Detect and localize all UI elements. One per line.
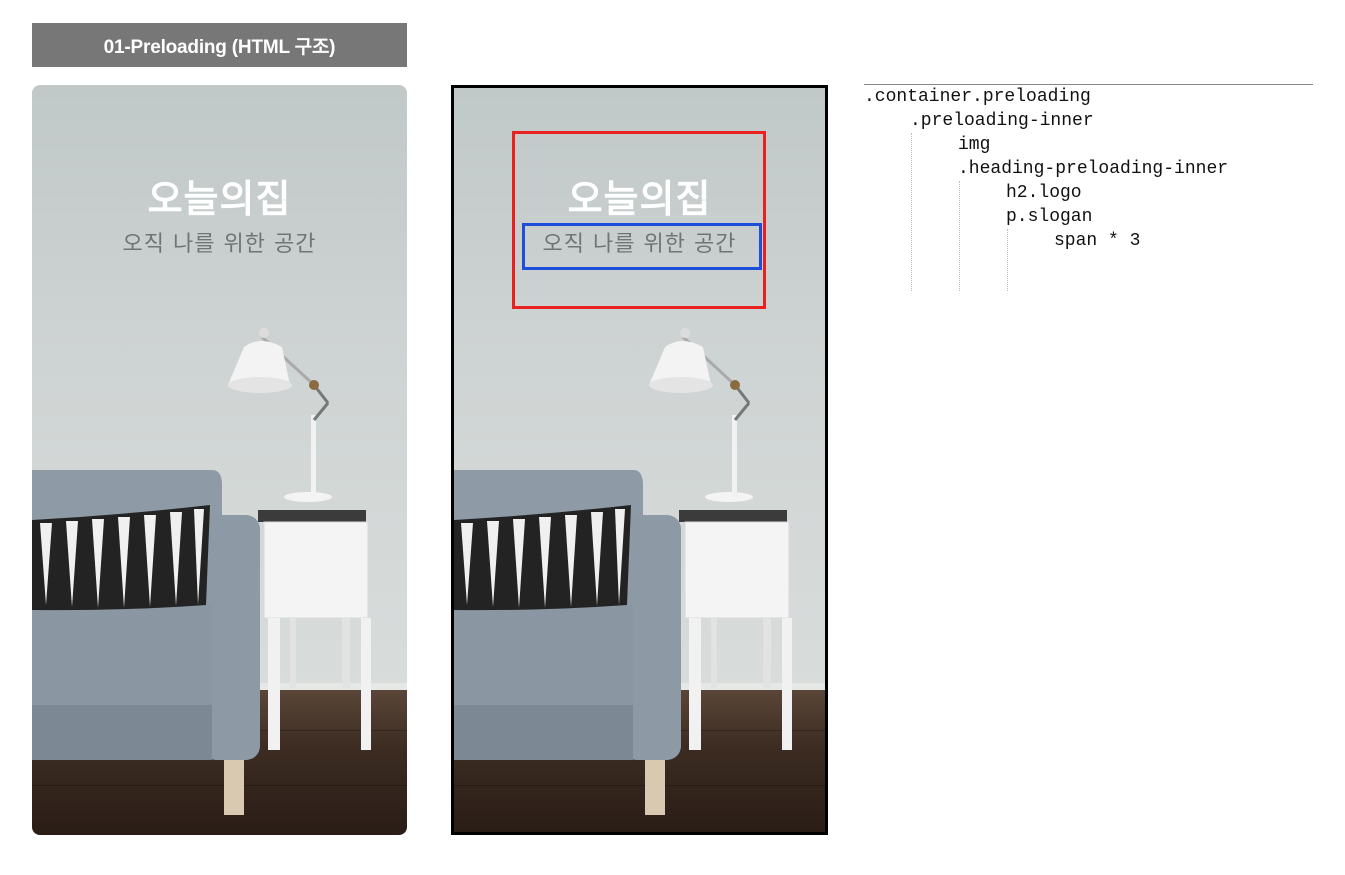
indent-guide: [959, 181, 960, 291]
tree-line-preloading-inner: .preloading-inner: [910, 111, 1094, 131]
tree-line-container: .container.preloading: [864, 87, 1091, 107]
indent-guide: [911, 133, 912, 291]
tree-line-span: span * 3: [1054, 231, 1141, 251]
lamp-photo: [649, 328, 753, 502]
heading-preloading-inner: 오늘의집 오직 나를 위한 공간: [32, 177, 407, 259]
tree-line-logo: h2.logo: [1006, 183, 1082, 203]
tree-line-img: img: [958, 135, 991, 155]
slogan: 오직 나를 위한 공간: [32, 231, 407, 259]
preloading-preview-annotated: 오늘의집 오직 나를 위한 공간: [451, 85, 828, 835]
sofa-photo: [32, 470, 260, 815]
html-structure-tree: .container.preloading .preloading-inner …: [864, 84, 1313, 295]
heading-highlight-box: [512, 131, 766, 309]
logo: 오늘의집: [147, 177, 292, 221]
slogan-word: 나를: [173, 232, 216, 257]
section-title: 01-Preloading (HTML 구조): [32, 23, 407, 67]
tree-line-heading-preloading-inner: .heading-preloading-inner: [958, 159, 1229, 179]
slogan-word: 오직: [122, 232, 166, 257]
lamp-photo: [228, 328, 332, 502]
side-table-photo: [679, 510, 792, 750]
tree-line-slogan: p.slogan: [1006, 207, 1093, 227]
indent-guide: [1007, 229, 1008, 291]
sofa-photo: [454, 470, 681, 815]
preloading-preview-clean: 오늘의집 오직 나를 위한 공간: [32, 85, 407, 835]
slogan-word: 공간: [273, 232, 317, 257]
side-table-photo: [258, 510, 371, 750]
slogan-highlight-box: [522, 223, 762, 270]
slogan-word: 위한: [223, 232, 266, 257]
